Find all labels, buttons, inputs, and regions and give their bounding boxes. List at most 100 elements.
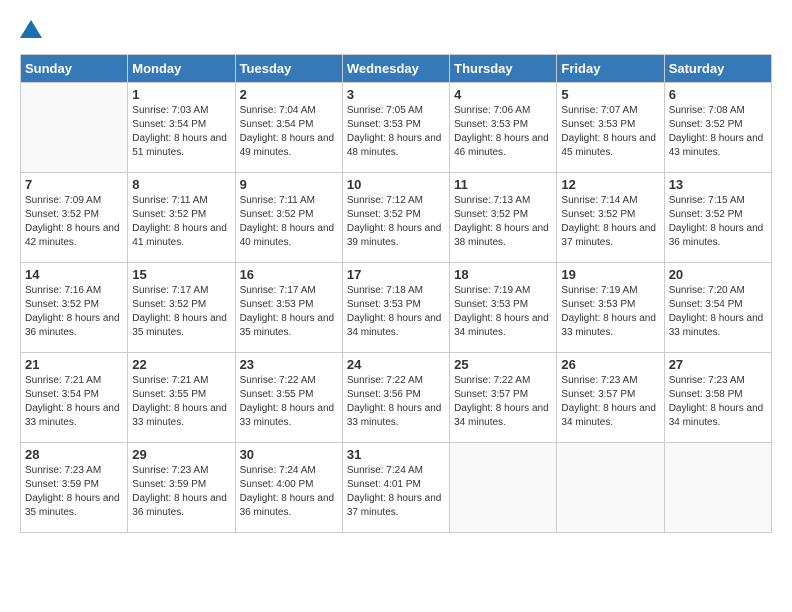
day-sun-info: Sunrise: 7:22 AMSunset: 3:55 PMDaylight:… [240, 374, 338, 430]
day-number: 23 [240, 357, 338, 372]
calendar-cell: 14 Sunrise: 7:16 AMSunset: 3:52 PMDayligh… [21, 263, 128, 353]
day-number: 11 [454, 177, 552, 192]
page-header [20, 20, 772, 38]
logo [20, 20, 42, 38]
day-sun-info: Sunrise: 7:21 AMSunset: 3:54 PMDaylight:… [25, 374, 123, 430]
day-number: 18 [454, 267, 552, 282]
day-number: 3 [347, 87, 445, 102]
day-sun-info: Sunrise: 7:14 AMSunset: 3:52 PMDaylight:… [561, 194, 659, 250]
weekday-header-monday: Monday [128, 55, 235, 83]
calendar-cell: 18 Sunrise: 7:19 AMSunset: 3:53 PMDayligh… [450, 263, 557, 353]
day-sun-info: Sunrise: 7:12 AMSunset: 3:52 PMDaylight:… [347, 194, 445, 250]
day-sun-info: Sunrise: 7:21 AMSunset: 3:55 PMDaylight:… [132, 374, 230, 430]
calendar-cell: 11 Sunrise: 7:13 AMSunset: 3:52 PMDayligh… [450, 173, 557, 263]
day-number: 8 [132, 177, 230, 192]
day-sun-info: Sunrise: 7:23 AMSunset: 3:59 PMDaylight:… [25, 464, 123, 520]
day-sun-info: Sunrise: 7:11 AMSunset: 3:52 PMDaylight:… [240, 194, 338, 250]
weekday-header-tuesday: Tuesday [235, 55, 342, 83]
calendar-cell: 8Sunrise: 7:11 AMSunset: 3:52 PMDaylight… [128, 173, 235, 263]
day-number: 1 [132, 87, 230, 102]
calendar-cell [450, 443, 557, 533]
calendar-cell: 25Sunrise: 7:22 AMSunset: 3:57 PMDayligh… [450, 353, 557, 443]
day-number: 26 [561, 357, 659, 372]
weekday-header-wednesday: Wednesday [342, 55, 449, 83]
day-sun-info: Sunrise: 7:19 AMSunset: 3:53 PMDaylight:… [561, 284, 659, 340]
day-number: 29 [132, 447, 230, 462]
day-sun-info: Sunrise: 7:23 AMSunset: 3:57 PMDaylight:… [561, 374, 659, 430]
day-number: 22 [132, 357, 230, 372]
calendar-cell: 5 Sunrise: 7:07 AMSunset: 3:53 PMDaylight… [557, 83, 664, 173]
calendar-cell: 16 Sunrise: 7:17 AMSunset: 3:53 PMDayligh… [235, 263, 342, 353]
calendar-cell: 9 Sunrise: 7:11 AMSunset: 3:52 PMDaylight… [235, 173, 342, 263]
day-number: 16 [240, 267, 338, 282]
calendar-cell: 21 Sunrise: 7:21 AMSunset: 3:54 PMDayligh… [21, 353, 128, 443]
day-number: 2 [240, 87, 338, 102]
calendar-cell: 20 Sunrise: 7:20 AMSunset: 3:54 PMDayligh… [664, 263, 771, 353]
calendar-cell: 24 Sunrise: 7:22 AMSunset: 3:56 PMDayligh… [342, 353, 449, 443]
calendar-cell: 2 Sunrise: 7:04 AMSunset: 3:54 PMDaylight… [235, 83, 342, 173]
logo-triangle-icon [20, 20, 42, 38]
calendar-cell [557, 443, 664, 533]
day-sun-info: Sunrise: 7:09 AMSunset: 3:52 PMDaylight:… [25, 194, 123, 250]
day-number: 24 [347, 357, 445, 372]
day-number: 5 [561, 87, 659, 102]
day-sun-info: Sunrise: 7:22 AMSunset: 3:56 PMDaylight:… [347, 374, 445, 430]
day-sun-info: Sunrise: 7:06 AMSunset: 3:53 PMDaylight:… [454, 104, 552, 160]
day-number: 28 [25, 447, 123, 462]
weekday-header-saturday: Saturday [664, 55, 771, 83]
calendar-cell: 10 Sunrise: 7:12 AMSunset: 3:52 PMDayligh… [342, 173, 449, 263]
calendar-cell: 15Sunrise: 7:17 AMSunset: 3:52 PMDayligh… [128, 263, 235, 353]
day-number: 10 [347, 177, 445, 192]
calendar-table: SundayMondayTuesdayWednesdayThursdayFrid… [20, 54, 772, 533]
day-number: 15 [132, 267, 230, 282]
calendar-cell: 3 Sunrise: 7:05 AMSunset: 3:53 PMDaylight… [342, 83, 449, 173]
day-number: 31 [347, 447, 445, 462]
day-sun-info: Sunrise: 7:15 AMSunset: 3:52 PMDaylight:… [669, 194, 767, 250]
day-sun-info: Sunrise: 7:13 AMSunset: 3:52 PMDaylight:… [454, 194, 552, 250]
calendar-cell: 1 Sunrise: 7:03 AMSunset: 3:54 PMDaylight… [128, 83, 235, 173]
day-number: 12 [561, 177, 659, 192]
calendar-cell: 23 Sunrise: 7:22 AMSunset: 3:55 PMDayligh… [235, 353, 342, 443]
calendar-cell: 7 Sunrise: 7:09 AMSunset: 3:52 PMDaylight… [21, 173, 128, 263]
day-number: 19 [561, 267, 659, 282]
calendar-cell: 31 Sunrise: 7:24 AMSunset: 4:01 PMDayligh… [342, 443, 449, 533]
day-sun-info: Sunrise: 7:19 AMSunset: 3:53 PMDaylight:… [454, 284, 552, 340]
calendar-cell: 13 Sunrise: 7:15 AMSunset: 3:52 PMDayligh… [664, 173, 771, 263]
day-number: 27 [669, 357, 767, 372]
day-number: 30 [240, 447, 338, 462]
day-sun-info: Sunrise: 7:03 AMSunset: 3:54 PMDaylight:… [132, 104, 230, 160]
calendar-cell: 22 Sunrise: 7:21 AMSunset: 3:55 PMDayligh… [128, 353, 235, 443]
calendar-cell: 4 Sunrise: 7:06 AMSunset: 3:53 PMDaylight… [450, 83, 557, 173]
calendar-cell: 12 Sunrise: 7:14 AMSunset: 3:52 PMDayligh… [557, 173, 664, 263]
weekday-header-friday: Friday [557, 55, 664, 83]
day-sun-info: Sunrise: 7:24 AMSunset: 4:00 PMDaylight:… [240, 464, 338, 520]
weekday-header-sunday: Sunday [21, 55, 128, 83]
calendar-cell [664, 443, 771, 533]
day-number: 14 [25, 267, 123, 282]
calendar-cell: 26 Sunrise: 7:23 AMSunset: 3:57 PMDayligh… [557, 353, 664, 443]
calendar-cell: 27 Sunrise: 7:23 AMSunset: 3:58 PMDayligh… [664, 353, 771, 443]
calendar-cell: 19 Sunrise: 7:19 AMSunset: 3:53 PMDayligh… [557, 263, 664, 353]
day-sun-info: Sunrise: 7:17 AMSunset: 3:53 PMDaylight:… [240, 284, 338, 340]
day-sun-info: Sunrise: 7:23 AMSunset: 3:59 PMDaylight:… [132, 464, 230, 520]
day-number: 4 [454, 87, 552, 102]
day-sun-info: Sunrise: 7:22 AMSunset: 3:57 PMDaylight:… [454, 374, 552, 430]
day-sun-info: Sunrise: 7:08 AMSunset: 3:52 PMDaylight:… [669, 104, 767, 160]
day-number: 7 [25, 177, 123, 192]
day-number: 21 [25, 357, 123, 372]
day-sun-info: Sunrise: 7:20 AMSunset: 3:54 PMDaylight:… [669, 284, 767, 340]
day-sun-info: Sunrise: 7:18 AMSunset: 3:53 PMDaylight:… [347, 284, 445, 340]
day-sun-info: Sunrise: 7:23 AMSunset: 3:58 PMDaylight:… [669, 374, 767, 430]
day-sun-info: Sunrise: 7:24 AMSunset: 4:01 PMDaylight:… [347, 464, 445, 520]
day-number: 20 [669, 267, 767, 282]
calendar-cell [21, 83, 128, 173]
day-sun-info: Sunrise: 7:05 AMSunset: 3:53 PMDaylight:… [347, 104, 445, 160]
day-sun-info: Sunrise: 7:07 AMSunset: 3:53 PMDaylight:… [561, 104, 659, 160]
weekday-header-thursday: Thursday [450, 55, 557, 83]
day-sun-info: Sunrise: 7:16 AMSunset: 3:52 PMDaylight:… [25, 284, 123, 340]
day-number: 6 [669, 87, 767, 102]
day-sun-info: Sunrise: 7:04 AMSunset: 3:54 PMDaylight:… [240, 104, 338, 160]
day-number: 9 [240, 177, 338, 192]
calendar-cell: 17Sunrise: 7:18 AMSunset: 3:53 PMDayligh… [342, 263, 449, 353]
day-number: 13 [669, 177, 767, 192]
